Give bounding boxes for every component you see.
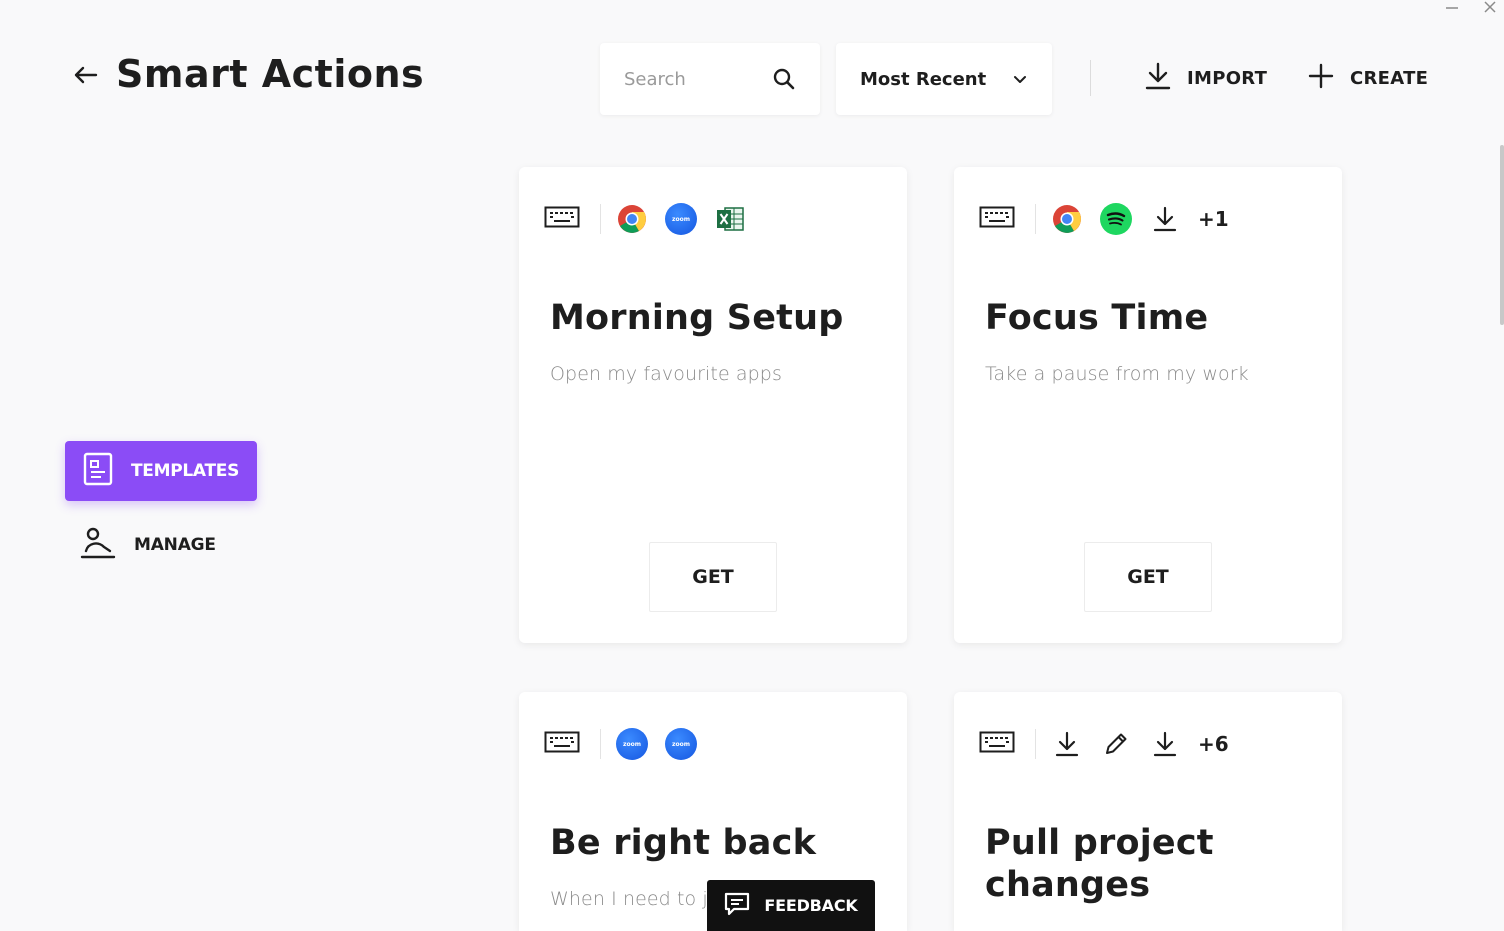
card-title: Be right back [550, 823, 817, 863]
manage-user-icon [80, 527, 116, 563]
sort-selected-value: Most Recent [860, 68, 987, 90]
search-icon[interactable] [772, 67, 796, 91]
get-button[interactable]: GET [649, 542, 777, 612]
feedback-icon [724, 892, 750, 920]
download-icon [1051, 728, 1083, 760]
card-icon-row: +6 [979, 728, 1229, 760]
back-arrow-icon[interactable] [70, 60, 100, 90]
chrome-icon [616, 203, 648, 235]
template-card[interactable]: zoom Morning Setup Open my favourite app… [519, 167, 907, 643]
sidebar-item-label: MANAGE [134, 535, 216, 555]
sidebar-item-templates[interactable]: TEMPLATES [65, 441, 257, 501]
card-description: Open my favourite apps [550, 363, 782, 385]
window-controls [1444, 0, 1498, 14]
keyboard-icon [979, 731, 1015, 757]
more-apps-count: +1 [1198, 207, 1229, 231]
import-label: IMPORT [1187, 67, 1268, 89]
card-icon-row: +1 [979, 203, 1229, 235]
card-description: When I need to j [550, 888, 708, 910]
template-icon [83, 452, 113, 490]
search-input[interactable] [624, 68, 764, 90]
card-icon-row: zoom zoom [544, 728, 714, 760]
card-description: Take a pause from my work [985, 363, 1249, 385]
chrome-icon [1051, 203, 1083, 235]
create-label: CREATE [1350, 67, 1429, 89]
keyboard-icon [544, 206, 580, 232]
download-icon [1145, 62, 1171, 94]
template-card[interactable]: +6 Pull project changes [954, 692, 1342, 931]
zoom-icon: zoom [665, 728, 697, 760]
card-icon-row: zoom [544, 203, 763, 235]
sidebar-item-manage[interactable]: MANAGE [80, 527, 216, 563]
scrollbar-thumb[interactable] [1500, 145, 1504, 325]
zoom-icon: zoom [665, 203, 697, 235]
sort-dropdown[interactable]: Most Recent [836, 43, 1052, 115]
keyboard-icon [544, 731, 580, 757]
feedback-button[interactable]: FEEDBACK [707, 880, 875, 931]
sidebar-item-label: TEMPLATES [131, 461, 240, 481]
chevron-down-icon [1012, 71, 1028, 87]
download-icon [1149, 728, 1181, 760]
more-apps-count: +6 [1198, 732, 1229, 756]
excel-icon [714, 203, 746, 235]
card-title: Focus Time [985, 298, 1209, 338]
keyboard-icon [979, 206, 1015, 232]
page-title: Smart Actions [116, 52, 425, 96]
import-button[interactable]: IMPORT [1145, 60, 1267, 96]
minimize-icon[interactable] [1444, 0, 1460, 14]
feedback-label: FEEDBACK [764, 896, 858, 915]
zoom-icon: zoom [616, 728, 648, 760]
close-icon[interactable] [1482, 0, 1498, 14]
template-card[interactable]: +1 Focus Time Take a pause from my work … [954, 167, 1342, 643]
pencil-icon [1100, 728, 1132, 760]
download-icon [1149, 203, 1181, 235]
header-divider [1090, 60, 1091, 96]
get-button[interactable]: GET [1084, 542, 1212, 612]
search-box[interactable] [600, 43, 820, 115]
card-title: Morning Setup [550, 298, 844, 338]
plus-icon [1308, 63, 1334, 93]
create-button[interactable]: CREATE [1308, 60, 1428, 96]
card-title: Pull project changes [985, 823, 1214, 905]
spotify-icon [1100, 203, 1132, 235]
